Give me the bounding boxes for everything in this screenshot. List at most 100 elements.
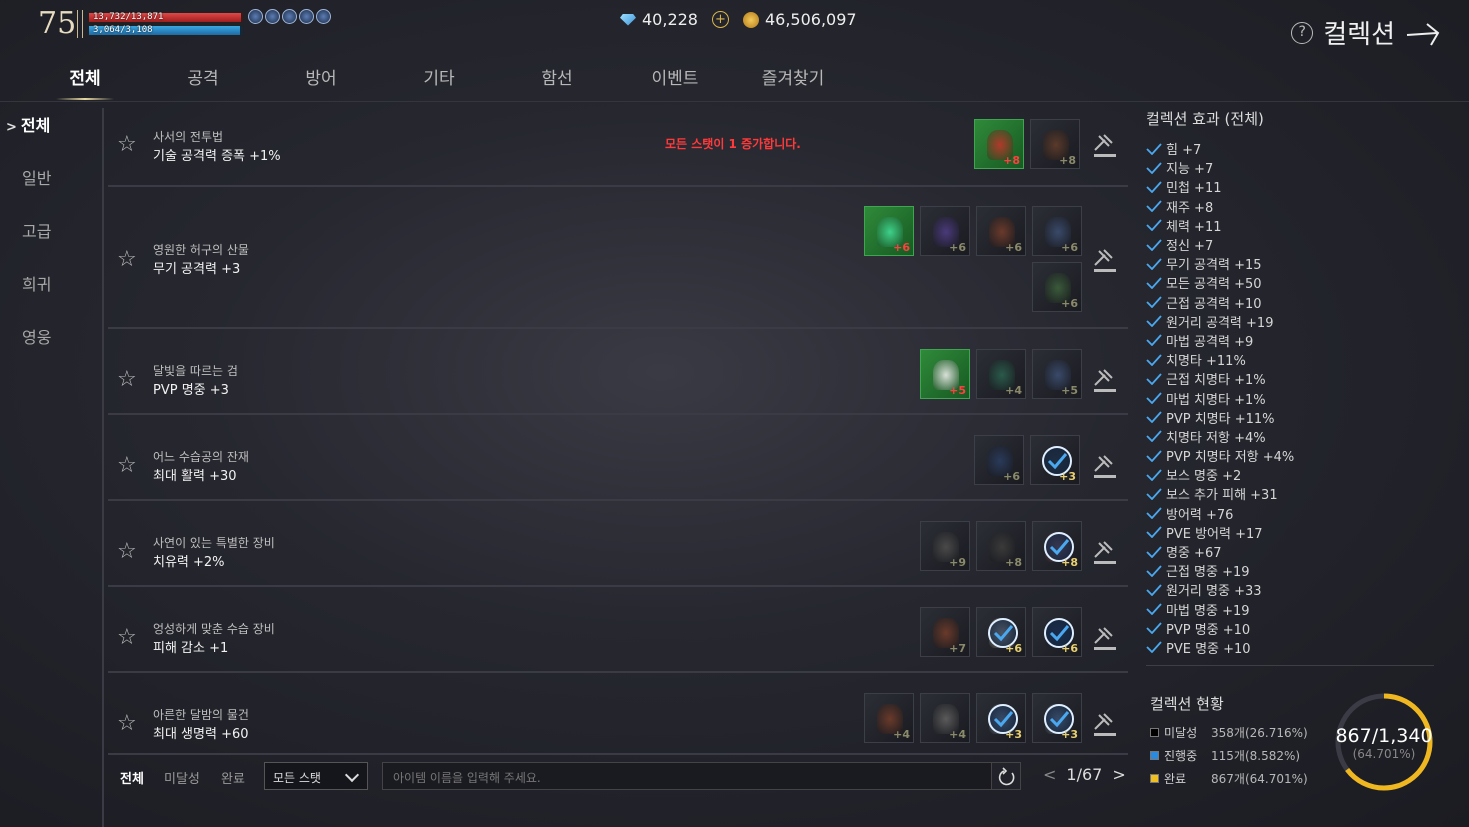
favorite-star-icon[interactable]: ☆ <box>117 247 137 272</box>
buff-icon[interactable] <box>248 9 263 24</box>
window-header: ? 컬렉션 <box>1291 14 1441 51</box>
effect-stat-label: 지능 +7 <box>1166 162 1214 178</box>
item-slot[interactable]: +6 <box>974 435 1024 485</box>
favorite-star-icon[interactable]: ☆ <box>117 453 137 478</box>
check-icon <box>1146 641 1162 654</box>
craft-hammer-icon[interactable] <box>1091 625 1119 653</box>
favorite-star-icon[interactable]: ☆ <box>117 539 137 564</box>
buff-icon[interactable] <box>299 9 314 24</box>
check-icon <box>1146 219 1162 232</box>
sidebar-item-advanced[interactable]: 고급 <box>0 214 102 267</box>
tab-event[interactable]: 이벤트 <box>616 64 734 100</box>
status-row: 완료 867개(64.701%) <box>1150 767 1308 790</box>
craft-hammer-icon[interactable] <box>1091 132 1119 160</box>
refresh-icon <box>998 767 1015 786</box>
currency-bar: 40,228 + 46,506,097 <box>620 10 857 29</box>
item-slot[interactable]: +4 <box>864 693 914 743</box>
craft-hammer-icon[interactable] <box>1091 711 1119 739</box>
item-slot[interactable]: +5 <box>920 349 970 399</box>
craft-hammer-icon[interactable] <box>1091 453 1119 481</box>
enhance-level: +6 <box>1005 241 1022 254</box>
item-slot[interactable]: +8 <box>976 521 1026 571</box>
collection-row: ☆ 영원한 허구의 산물 무기 공격력 +3 +6 +6 +6 +6 +6 <box>108 187 1128 329</box>
item-slot[interactable]: +6 <box>1032 607 1082 657</box>
item-slot[interactable]: +9 <box>920 521 970 571</box>
check-icon <box>1146 258 1162 270</box>
collection-effect: 최대 생명력 +60 <box>153 727 249 742</box>
check-icon <box>1146 238 1162 251</box>
effect-stat-row: 마법 명중 +19 <box>1146 600 1436 619</box>
tab-divider <box>0 101 1469 102</box>
tab-other[interactable]: 기타 <box>380 64 498 100</box>
refresh-button[interactable] <box>991 762 1021 790</box>
item-slot[interactable]: +6 <box>864 206 914 256</box>
item-slot[interactable]: +3 <box>1032 693 1082 743</box>
favorite-star-icon[interactable]: ☆ <box>117 132 137 157</box>
check-icon <box>1146 354 1162 366</box>
effect-stat-row: 마법 공격력 +9 <box>1146 331 1436 350</box>
item-slot[interactable]: +8 <box>1030 119 1080 169</box>
completion-total: 867/1,340 <box>1335 725 1433 747</box>
item-slot[interactable]: +6 <box>1032 262 1082 312</box>
next-page-button[interactable]: > <box>1112 765 1125 784</box>
hp-bar: 13,732/13,871 <box>88 12 244 23</box>
item-slot[interactable]: +7 <box>920 607 970 657</box>
tab-attack[interactable]: 공격 <box>144 64 262 100</box>
effect-stat-row: PVP 치명타 저항 +4% <box>1146 446 1436 465</box>
filter-incomplete[interactable]: 미달성 <box>164 768 200 787</box>
craft-hammer-icon[interactable] <box>1091 247 1119 275</box>
effect-stat-row: 보스 명중 +2 <box>1146 465 1436 484</box>
item-slot[interactable]: +6 <box>1032 206 1082 256</box>
buff-icon[interactable] <box>265 9 280 24</box>
effect-stat-row: 무기 공격력 +15 <box>1146 254 1436 273</box>
add-currency-button[interactable]: + <box>711 11 729 28</box>
item-slot[interactable]: +3 <box>976 693 1026 743</box>
item-slot[interactable]: +3 <box>1030 435 1080 485</box>
stat-select[interactable]: 모든 스탯 <box>264 762 368 790</box>
effect-stat-row: 근접 명중 +19 <box>1146 561 1436 580</box>
prev-page-button[interactable]: < <box>1043 765 1056 784</box>
filter-complete[interactable]: 완료 <box>221 768 245 787</box>
check-icon <box>1146 430 1162 443</box>
check-icon <box>1146 603 1162 616</box>
effect-stat-label: 모든 공격력 +50 <box>1166 277 1262 293</box>
effect-stat-row: 체력 +11 <box>1146 216 1436 235</box>
tab-all[interactable]: 전체 <box>26 64 144 100</box>
enhance-level: +8 <box>1003 154 1020 167</box>
buff-icon[interactable] <box>282 9 297 24</box>
effects-list: 힘 +7 지능 +7 민첩 +11 재주 +8 체력 +11 정신 +7 무기 공격력 +1… <box>1146 139 1436 657</box>
craft-hammer-icon[interactable] <box>1091 367 1119 395</box>
sidebar-item-all[interactable]: > 전체 <box>0 108 102 161</box>
sidebar-item-normal[interactable]: 일반 <box>0 161 102 214</box>
help-button[interactable]: ? <box>1291 21 1314 44</box>
search-input[interactable]: 아이템 이름을 입력해 주세요. <box>382 762 992 790</box>
item-slot[interactable]: +8 <box>974 119 1024 169</box>
tab-ship[interactable]: 함선 <box>498 64 616 100</box>
item-slot[interactable]: +8 <box>1032 521 1082 571</box>
sidebar-item-heroic[interactable]: 영웅 <box>0 320 102 373</box>
collection-row: ☆ 사서의 전투법 기술 공격력 증폭 +1% +8 +8 <box>108 108 1128 187</box>
enhance-level: +4 <box>1005 384 1022 397</box>
enhance-level: +6 <box>949 241 966 254</box>
favorite-star-icon[interactable]: ☆ <box>117 625 137 650</box>
item-slot[interactable]: +6 <box>920 206 970 256</box>
effect-stat-label: 정신 +7 <box>1166 239 1214 255</box>
craft-hammer-icon[interactable] <box>1091 539 1119 567</box>
favorite-star-icon[interactable]: ☆ <box>117 711 137 736</box>
item-slot[interactable]: +4 <box>920 693 970 743</box>
status-value: 867개(64.701%) <box>1211 772 1308 786</box>
item-slot[interactable]: +6 <box>976 206 1026 256</box>
filter-all[interactable]: 전체 <box>120 768 144 787</box>
item-slot[interactable]: +4 <box>976 349 1026 399</box>
item-slot[interactable]: +5 <box>1032 349 1082 399</box>
collection-effect: 최대 활력 +30 <box>153 469 237 484</box>
item-slot[interactable]: +6 <box>976 607 1026 657</box>
favorite-star-icon[interactable]: ☆ <box>117 367 137 392</box>
tab-favorites[interactable]: 즐겨찾기 <box>734 64 852 100</box>
effect-stat-label: 명중 +67 <box>1166 546 1222 562</box>
sidebar-item-rare[interactable]: 희귀 <box>0 267 102 320</box>
back-arrow-icon[interactable] <box>1405 18 1441 48</box>
tab-defense[interactable]: 방어 <box>262 64 380 100</box>
buff-icon[interactable] <box>316 9 331 24</box>
status-row: 미달성 358개(26.716%) <box>1150 721 1308 744</box>
